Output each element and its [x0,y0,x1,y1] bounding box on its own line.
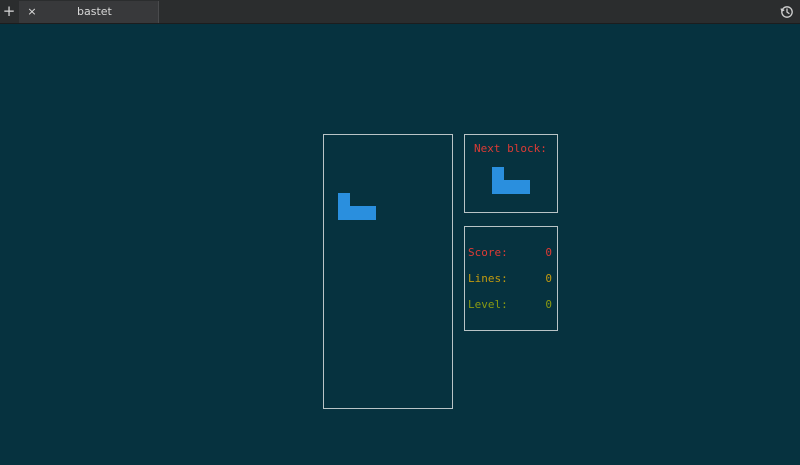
level-label: Level: [468,298,508,311]
current-block-shape [338,193,376,220]
next-block-preview [492,167,530,194]
next-block-cell [492,167,504,181]
next-block-cell [492,180,530,194]
tab-title: bastet [77,5,112,18]
next-block-label: Next block: [474,142,547,155]
current-block-cell [338,193,350,207]
score-value: 0 [545,246,552,259]
history-icon[interactable] [780,4,794,18]
score-label: Score: [468,246,508,259]
current-block-cell [338,206,376,220]
stats-panel: Score: 0 Lines: 0 Level: 0 [464,226,558,331]
new-tab-button[interactable]: + [0,0,18,23]
game-board [323,134,453,409]
next-block-panel: Next block: [464,134,558,213]
lines-value: 0 [545,272,552,285]
lines-label: Lines: [468,272,508,285]
current-block [338,193,376,220]
next-block-shape [492,167,530,194]
close-tab-icon[interactable]: × [26,1,38,22]
tab-bastet[interactable]: × bastet [19,1,159,23]
tab-bar: + × bastet [0,0,800,24]
level-value: 0 [545,298,552,311]
